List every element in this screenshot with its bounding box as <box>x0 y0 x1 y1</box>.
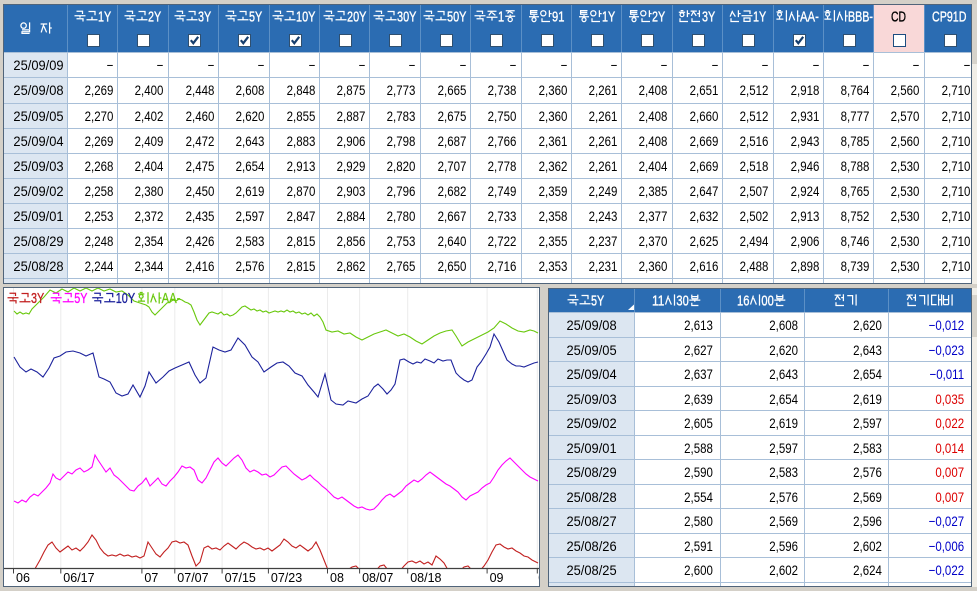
svg-text:11: 11 <box>652 294 664 307</box>
svg-text:10Y: 10Y <box>296 10 316 23</box>
svg-text:BBB-: BBB- <box>848 10 873 23</box>
svg-text:06/17: 06/17 <box>63 571 94 585</box>
svg-text:2Y: 2Y <box>652 10 665 23</box>
svg-text:1: 1 <box>498 10 504 23</box>
svg-text:1Y: 1Y <box>753 10 766 23</box>
svg-text:AA-: AA- <box>800 10 819 23</box>
svg-text:16: 16 <box>737 294 749 307</box>
svg-text:91: 91 <box>552 10 564 23</box>
svg-text:1Y: 1Y <box>98 10 111 23</box>
svg-text:07/23: 07/23 <box>271 571 302 585</box>
svg-text:06: 06 <box>16 571 30 585</box>
svg-text:30Y: 30Y <box>397 10 417 23</box>
svg-text:08/07: 08/07 <box>362 571 393 585</box>
svg-text:5Y: 5Y <box>74 291 87 307</box>
svg-text:AA-: AA- <box>162 291 181 307</box>
svg-text:07: 07 <box>144 571 158 585</box>
svg-text:CP91D: CP91D <box>932 10 966 23</box>
svg-text:5Y: 5Y <box>249 10 262 23</box>
svg-text:3Y: 3Y <box>198 10 211 23</box>
svg-text:0: 0 <box>538 571 539 585</box>
svg-text:2Y: 2Y <box>148 10 161 23</box>
svg-text:08: 08 <box>330 571 344 585</box>
svg-text:09: 09 <box>490 571 504 585</box>
svg-text:CD: CD <box>891 10 906 23</box>
svg-text:30: 30 <box>677 294 689 307</box>
svg-text:3Y: 3Y <box>31 291 44 307</box>
svg-text:5Y: 5Y <box>591 294 604 307</box>
svg-text:3Y: 3Y <box>702 10 715 23</box>
svg-text:1Y: 1Y <box>602 10 615 23</box>
svg-text:00: 00 <box>762 294 774 307</box>
svg-text:10Y: 10Y <box>116 291 136 307</box>
svg-text:08/18: 08/18 <box>410 571 441 585</box>
svg-text:07/07: 07/07 <box>177 571 208 585</box>
svg-text:07/15: 07/15 <box>225 571 256 585</box>
svg-text:20Y: 20Y <box>347 10 367 23</box>
svg-text:50Y: 50Y <box>447 10 467 23</box>
